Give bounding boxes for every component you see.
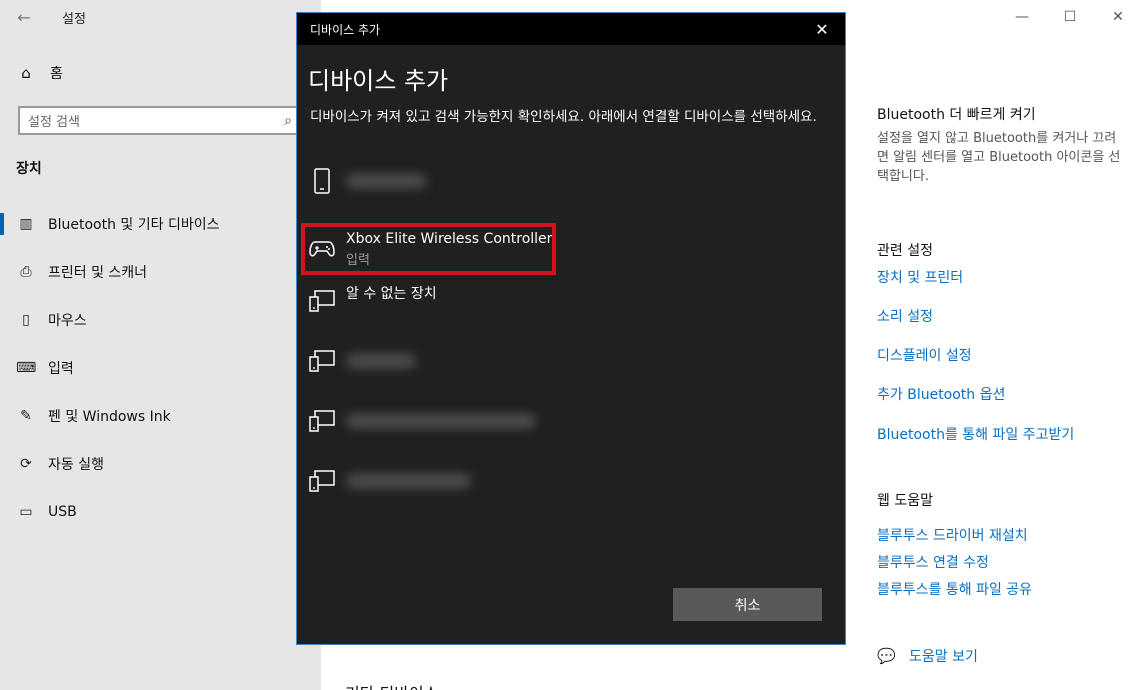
blurred-device-name xyxy=(346,413,536,429)
web-help-title: 웹 도움말 xyxy=(877,493,933,509)
usb-icon: ▭ xyxy=(19,504,33,520)
maximize-icon: ☐ xyxy=(1063,9,1077,25)
phone-icon xyxy=(309,168,335,194)
nav-list: ▥ Bluetooth 및 기타 디바이스 ⎙ 프린터 및 스캐너 ▯ 마우스 … xyxy=(0,200,321,536)
nav-item-mouse[interactable]: ▯ 마우스 xyxy=(0,296,321,344)
dialog-description: 디바이스가 켜져 있고 검색 가능한지 확인하세요. 아래에서 연결할 디바이스… xyxy=(310,109,817,125)
nav-item-label: 마우스 xyxy=(48,313,87,329)
nav-item-label: 입력 xyxy=(48,361,74,377)
pen-icon: ✎ xyxy=(20,408,32,424)
unknown-device-icon xyxy=(309,468,335,494)
device-name: 알 수 없는 장치 xyxy=(346,286,437,302)
close-button[interactable]: ✕ xyxy=(1094,0,1142,34)
printer-icon: ⎙ xyxy=(20,264,32,280)
link-devices-printers[interactable]: 장치 및 프린터 xyxy=(877,267,963,287)
help-chat-icon: 💬 xyxy=(877,647,896,665)
add-device-dialog: 디바이스 추가 ✕ 디바이스 추가 디바이스가 켜져 있고 검색 가능한지 확인… xyxy=(296,12,846,645)
dialog-titlebar: 디바이스 추가 ✕ xyxy=(297,13,845,45)
link-reinstall-driver[interactable]: 블루투스 드라이버 재설치 xyxy=(877,525,1028,545)
nav-home-label: 홈 xyxy=(50,66,63,82)
other-devices-heading: 기타 디바이스 xyxy=(345,680,438,690)
back-arrow-icon: ← xyxy=(17,7,31,27)
unknown-device-icon xyxy=(309,288,335,314)
mouse-icon: ▯ xyxy=(22,312,30,328)
nav-item-autoplay[interactable]: ⟳ 자동 실행 xyxy=(0,440,321,488)
nav-item-label: 프린터 및 스캐너 xyxy=(48,265,148,281)
blurred-device-name xyxy=(346,173,426,189)
get-help-label: 도움말 보기 xyxy=(909,649,978,665)
device-item[interactable] xyxy=(309,339,809,383)
close-icon: ✕ xyxy=(1112,9,1124,25)
autoplay-icon: ⟳ xyxy=(20,456,32,472)
section-title: 장치 xyxy=(16,161,42,177)
nav-item-usb[interactable]: ▭ USB xyxy=(0,488,321,536)
bluetooth-devices-icon: ▥ xyxy=(19,216,33,232)
blurred-device-name xyxy=(346,473,471,489)
minimize-icon: — xyxy=(1015,9,1029,25)
unknown-device-icon xyxy=(309,408,335,434)
nav-item-label: USB xyxy=(48,504,77,520)
app-title: 설정 xyxy=(62,11,86,27)
nav-item-label: 자동 실행 xyxy=(48,457,104,473)
blurred-device-name xyxy=(346,353,416,369)
keyboard-icon: ⌨ xyxy=(16,360,37,376)
get-help-link[interactable]: 💬 도움말 보기 xyxy=(877,646,978,666)
device-text: 알 수 없는 장치 xyxy=(346,283,437,303)
related-settings-title: 관련 설정 xyxy=(877,243,933,259)
nav-home[interactable]: ⌂ 홈 xyxy=(16,63,63,83)
dialog-close-button[interactable]: ✕ xyxy=(799,13,845,45)
quick-bluetooth-title: Bluetooth 더 빠르게 켜기 xyxy=(877,107,1036,123)
nav-item-label: Bluetooth 및 기타 디바이스 xyxy=(48,217,220,233)
device-item[interactable] xyxy=(309,459,809,503)
link-share-files[interactable]: 블루투스를 통해 파일 공유 xyxy=(877,579,1032,599)
nav-item-pen[interactable]: ✎ 펜 및 Windows Ink xyxy=(0,392,321,440)
close-icon: ✕ xyxy=(815,19,829,39)
nav-item-printers[interactable]: ⎙ 프린터 및 스캐너 xyxy=(0,248,321,296)
link-fix-connection[interactable]: 블루투스 연결 수정 xyxy=(877,552,989,572)
search-placeholder: 설정 검색 xyxy=(28,115,80,130)
link-more-bluetooth-options[interactable]: 추가 Bluetooth 옵션 xyxy=(877,384,1005,404)
back-button[interactable]: ← xyxy=(0,0,48,34)
nav-item-typing[interactable]: ⌨ 입력 xyxy=(0,344,321,392)
link-display-settings[interactable]: 디스플레이 설정 xyxy=(877,345,972,365)
dialog-heading: 디바이스 추가 xyxy=(308,67,449,95)
device-item[interactable] xyxy=(309,399,809,443)
nav-item-bluetooth[interactable]: ▥ Bluetooth 및 기타 디바이스 xyxy=(0,200,321,248)
maximize-button[interactable]: ☐ xyxy=(1046,0,1094,34)
unknown-device-icon xyxy=(309,348,335,374)
highlight-box xyxy=(301,223,556,275)
search-input[interactable]: 설정 검색 ⌕ xyxy=(18,106,302,135)
device-item[interactable] xyxy=(309,159,809,203)
minimize-button[interactable]: — xyxy=(998,0,1046,34)
search-icon: ⌕ xyxy=(284,112,292,129)
link-sound-settings[interactable]: 소리 설정 xyxy=(877,306,933,326)
dialog-titlebar-text: 디바이스 추가 xyxy=(310,22,381,37)
window-controls: — ☐ ✕ xyxy=(998,0,1142,34)
nav-item-label: 펜 및 Windows Ink xyxy=(48,409,171,425)
settings-titlebar: ← 설정 xyxy=(0,0,321,34)
home-icon: ⌂ xyxy=(21,64,31,82)
device-item-unknown[interactable]: 알 수 없는 장치 xyxy=(309,279,809,323)
link-send-receive-files[interactable]: Bluetooth를 통해 파일 주고받기 xyxy=(877,424,1074,444)
settings-sidebar: ← 설정 ⌂ 홈 설정 검색 ⌕ 장치 ▥ Bluetooth 및 기타 디바이… xyxy=(0,0,321,690)
cancel-button[interactable]: 취소 xyxy=(673,588,822,621)
quick-bluetooth-text: 설정을 열지 않고 Bluetooth를 켜거나 끄려면 알림 센터를 열고 B… xyxy=(877,131,1121,184)
